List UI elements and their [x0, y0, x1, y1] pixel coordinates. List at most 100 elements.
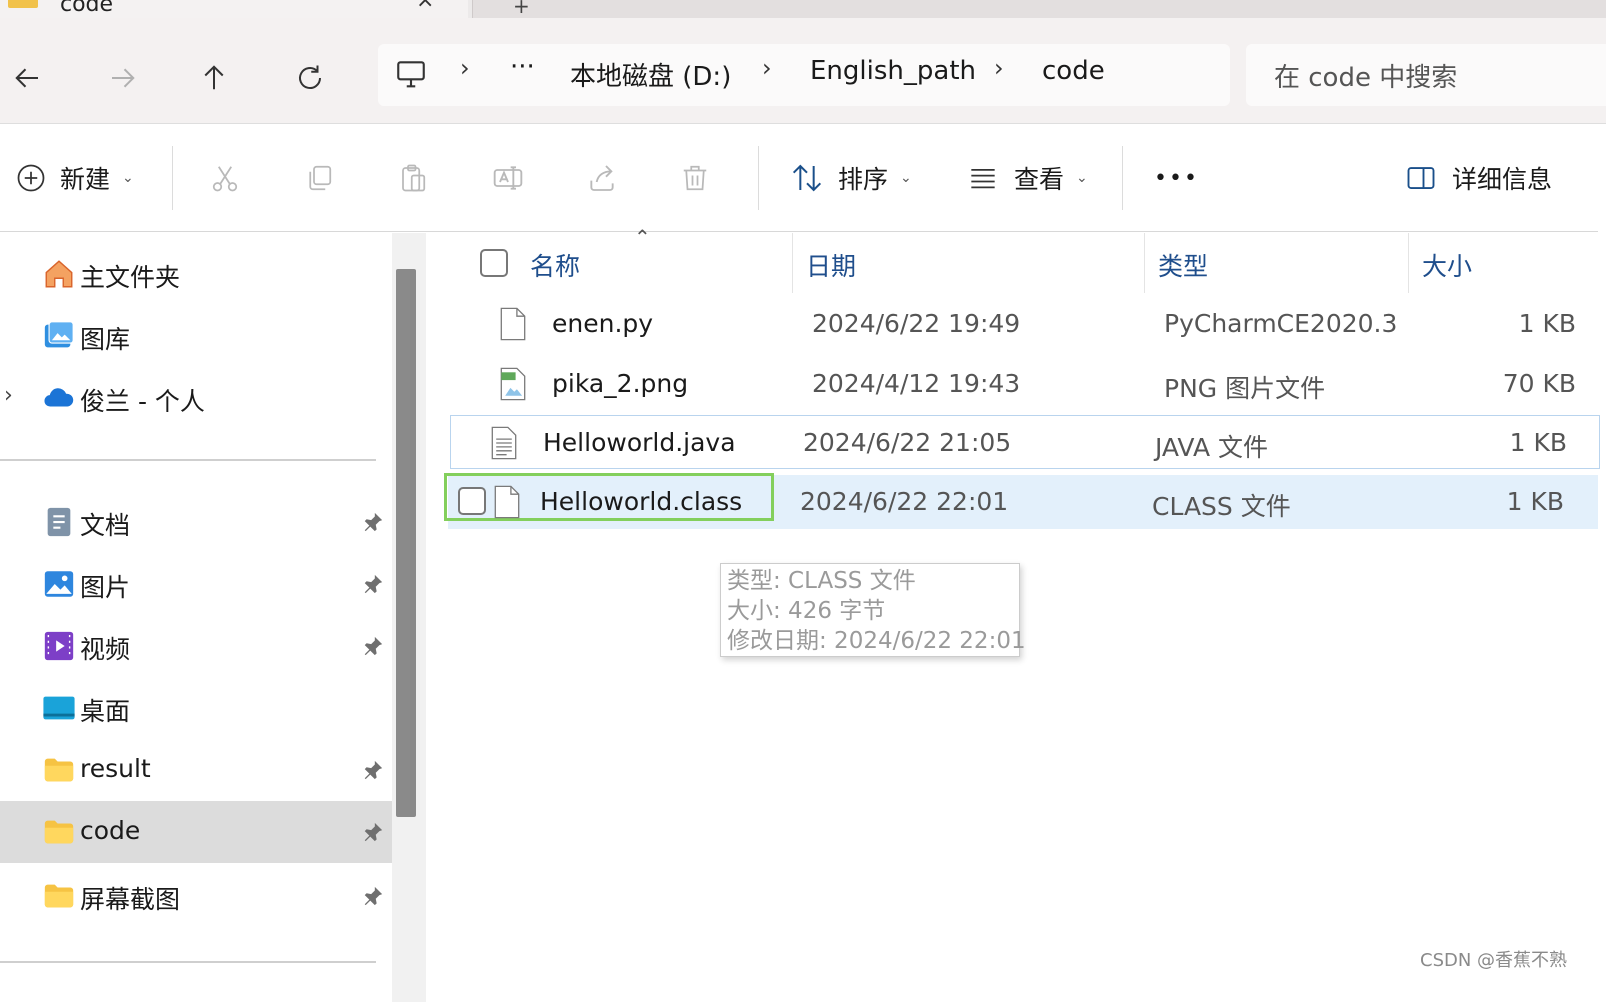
new-button[interactable]: 新建 ⌄ — [16, 156, 134, 200]
file-date: 2024/6/22 19:49 — [812, 309, 1021, 338]
sidebar-item-videos[interactable]: 视频 — [0, 615, 392, 677]
file-name: pika_2.png — [552, 369, 689, 398]
sidebar-item-screenshots[interactable]: 屏幕截图 — [0, 865, 392, 927]
pin-icon[interactable] — [362, 573, 384, 595]
copy-icon — [309, 165, 332, 191]
close-tab-button[interactable]: × — [416, 0, 434, 13]
pin-icon[interactable] — [362, 511, 384, 533]
more-options-button[interactable]: ••• — [1154, 156, 1199, 200]
pin-icon[interactable] — [362, 635, 384, 657]
sidebar-scrollbar[interactable] — [392, 233, 426, 1002]
file-icon — [500, 307, 526, 341]
text-file-icon — [491, 426, 517, 460]
sidebar-item-label: 图片 — [80, 573, 131, 602]
file-size: 70 KB — [1502, 369, 1576, 398]
sidebar-item-label: code — [80, 816, 141, 845]
sidebar-item-onedrive[interactable]: › 俊兰 - 个人 — [0, 367, 392, 429]
row-checkbox[interactable] — [458, 487, 486, 515]
view-button[interactable]: 查看 ⌄ — [966, 156, 1088, 200]
computer-icon — [397, 61, 425, 88]
view-label: 查看 — [1014, 165, 1065, 194]
details-label: 详细信息 — [1452, 165, 1553, 194]
chevron-right-icon[interactable]: › — [4, 383, 13, 408]
breadcrumb-english-path[interactable]: English_path — [810, 56, 976, 86]
sidebar-item-documents[interactable]: 文档 — [0, 491, 392, 553]
folder-icon — [8, 0, 38, 8]
breadcrumb-drive[interactable]: 本地磁盘 (D:) — [570, 56, 731, 93]
back-button[interactable] — [6, 56, 50, 100]
column-resizer[interactable] — [1144, 233, 1145, 293]
file-row-helloworld-class[interactable]: Helloworld.class 2024/6/22 22:01 CLASS 文… — [444, 473, 1598, 529]
sidebar-item-label: 桌面 — [80, 697, 131, 726]
tab-strip-empty: + — [472, 0, 1606, 18]
scrollbar-thumb[interactable] — [396, 269, 416, 817]
new-tab-button[interactable]: + — [513, 0, 530, 18]
rename-button[interactable] — [492, 156, 524, 200]
search-input[interactable]: 在 code 中搜索 — [1246, 44, 1606, 106]
desktop-icon — [43, 696, 75, 720]
file-row-helloworld-java[interactable]: Helloworld.java 2024/6/22 21:05 JAVA 文件 … — [450, 415, 1600, 469]
forward-button[interactable] — [100, 56, 144, 100]
folder-icon — [44, 758, 74, 782]
chevron-right-icon[interactable]: › — [762, 54, 772, 82]
sidebar-item-code[interactable]: code — [0, 801, 392, 863]
column-date[interactable]: 日期 — [806, 247, 856, 283]
pin-icon[interactable] — [362, 821, 384, 843]
plus-circle-icon — [17, 164, 45, 192]
breadcrumb-more[interactable]: ··· — [510, 52, 535, 82]
column-name[interactable]: 名称 — [530, 247, 580, 283]
file-type: JAVA 文件 — [1155, 433, 1268, 462]
column-resizer[interactable] — [1408, 233, 1409, 293]
clipboard-icon — [402, 164, 426, 192]
watermark: CSDN @香蕉不熟 — [1420, 950, 1568, 971]
details-pane-button[interactable]: 详细信息 — [1404, 156, 1552, 200]
column-resizer[interactable] — [792, 233, 793, 293]
tab-code[interactable]: code × — [0, 0, 468, 18]
chevron-right-icon[interactable]: › — [460, 54, 470, 82]
title-bar: code × + — [0, 0, 1606, 18]
pin-icon[interactable] — [362, 759, 384, 781]
sidebar-item-label: 主文件夹 — [80, 263, 181, 292]
delete-button[interactable] — [680, 156, 710, 200]
sidebar-item-home[interactable]: 主文件夹 — [0, 243, 392, 305]
column-type[interactable]: 类型 — [1158, 247, 1208, 283]
sort-ascending-icon: ⌃ — [634, 225, 651, 249]
file-size: 1 KB — [1518, 309, 1576, 338]
pin-icon[interactable] — [362, 885, 384, 907]
share-button[interactable] — [586, 156, 618, 200]
file-type: PNG 图片文件 — [1164, 374, 1326, 403]
file-date: 2024/4/12 19:43 — [812, 369, 1021, 398]
file-info-tooltip: 类型: CLASS 文件 大小: 426 字节 修改日期: 2024/6/22 … — [720, 563, 1026, 657]
sidebar-item-label: 视频 — [80, 635, 131, 664]
png-file-icon — [500, 367, 526, 401]
address-bar[interactable]: › ··· 本地磁盘 (D:) › English_path › code — [378, 44, 1230, 106]
paste-button[interactable] — [398, 156, 428, 200]
column-size[interactable]: 大小 — [1422, 247, 1472, 283]
file-name: enen.py — [552, 309, 654, 338]
file-date: 2024/6/22 21:05 — [803, 428, 1012, 457]
chevron-right-icon[interactable]: › — [994, 54, 1004, 82]
rename-icon — [493, 166, 523, 190]
copy-button[interactable] — [304, 156, 334, 200]
sidebar-item-label: 俊兰 - 个人 — [80, 387, 205, 416]
sidebar-item-gallery[interactable]: 图库 — [0, 305, 392, 367]
trash-icon — [683, 165, 707, 191]
chevron-down-icon: ⌄ — [1076, 170, 1088, 186]
up-button[interactable] — [192, 56, 236, 100]
select-all-checkbox[interactable] — [480, 249, 508, 277]
sidebar-item-result[interactable]: result — [0, 739, 392, 801]
refresh-button[interactable] — [288, 56, 332, 100]
divider — [0, 459, 376, 461]
column-header-row: ⌃ 名称 日期 类型 大小 — [426, 225, 1598, 293]
sidebar-item-pictures[interactable]: 图片 — [0, 553, 392, 615]
sort-button[interactable]: 排序 ⌄ — [790, 156, 912, 200]
cut-button[interactable] — [210, 156, 240, 200]
breadcrumb-code[interactable]: code — [1042, 56, 1105, 86]
divider — [172, 146, 173, 210]
file-row-pika-png[interactable]: pika_2.png 2024/4/12 19:43 PNG 图片文件 70 K… — [460, 357, 1600, 411]
sidebar-item-label: 屏幕截图 — [80, 885, 181, 914]
pictures-icon — [44, 571, 74, 597]
file-date: 2024/6/22 22:01 — [800, 487, 1009, 516]
sidebar-item-desktop[interactable]: 桌面 — [0, 677, 392, 739]
file-row-enen-py[interactable]: enen.py 2024/6/22 19:49 PyCharmCE2020.3 … — [460, 297, 1600, 351]
